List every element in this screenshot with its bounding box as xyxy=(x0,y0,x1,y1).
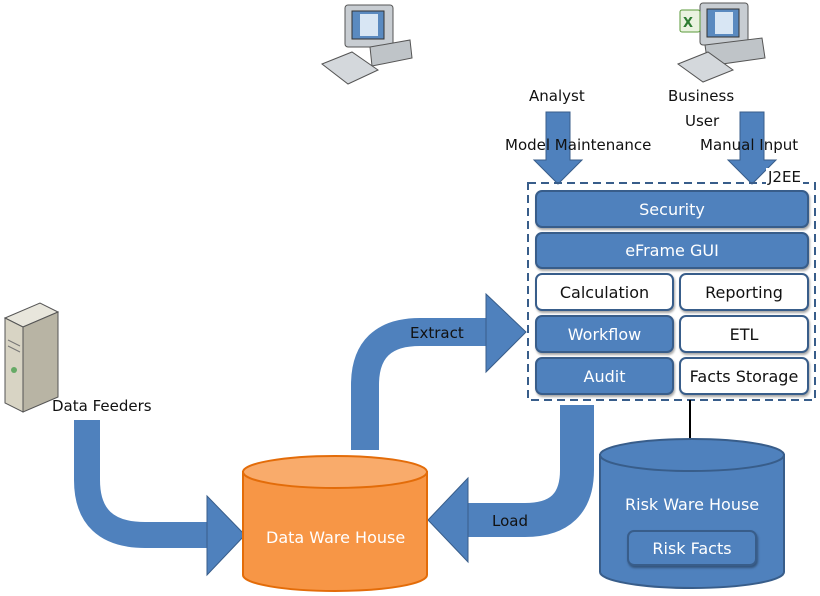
server-icon xyxy=(3,302,60,413)
etl-module: ETL xyxy=(679,315,809,353)
security-module: Security xyxy=(535,190,809,228)
extract-label: Extract xyxy=(410,324,464,342)
business-user-label-line2: User xyxy=(685,112,720,130)
data-warehouse-cylinder xyxy=(242,455,428,592)
reporting-module: Reporting xyxy=(679,273,809,311)
workflow-module: Workflow xyxy=(535,315,674,353)
excel-icon: X xyxy=(679,9,701,33)
model-maintenance-label: Model Maintenance xyxy=(505,136,652,154)
audit-module: Audit xyxy=(535,357,674,395)
svg-text:X: X xyxy=(683,16,693,31)
load-arrowhead xyxy=(427,476,469,564)
facts-storage-module: Facts Storage xyxy=(679,357,809,395)
data-feeders-label: Data Feeders xyxy=(52,397,152,415)
business-user-label-line1: Business xyxy=(668,87,735,105)
extract-arrowhead xyxy=(485,292,527,374)
load-arrow xyxy=(465,405,594,537)
extract-arrow xyxy=(351,318,490,450)
data-feeders-arrowhead xyxy=(206,494,246,577)
data-feeders-arrow xyxy=(74,420,210,548)
analyst-label: Analyst xyxy=(529,87,585,105)
load-label: Load xyxy=(492,512,528,530)
data-warehouse-label: Data Ware House xyxy=(266,528,406,547)
risk-facts-box: Risk Facts xyxy=(627,530,757,566)
j2ee-label: J2EE xyxy=(766,168,803,186)
manual-input-label: Manual Input xyxy=(700,136,799,154)
calculation-module: Calculation xyxy=(535,273,674,311)
analyst-computer-icon xyxy=(320,4,413,85)
eframe-gui-module: eFrame GUI xyxy=(535,232,809,269)
risk-warehouse-label: Risk Ware House xyxy=(625,495,760,514)
architecture-diagram: X Analyst Business User Model Maintenanc… xyxy=(0,0,820,596)
